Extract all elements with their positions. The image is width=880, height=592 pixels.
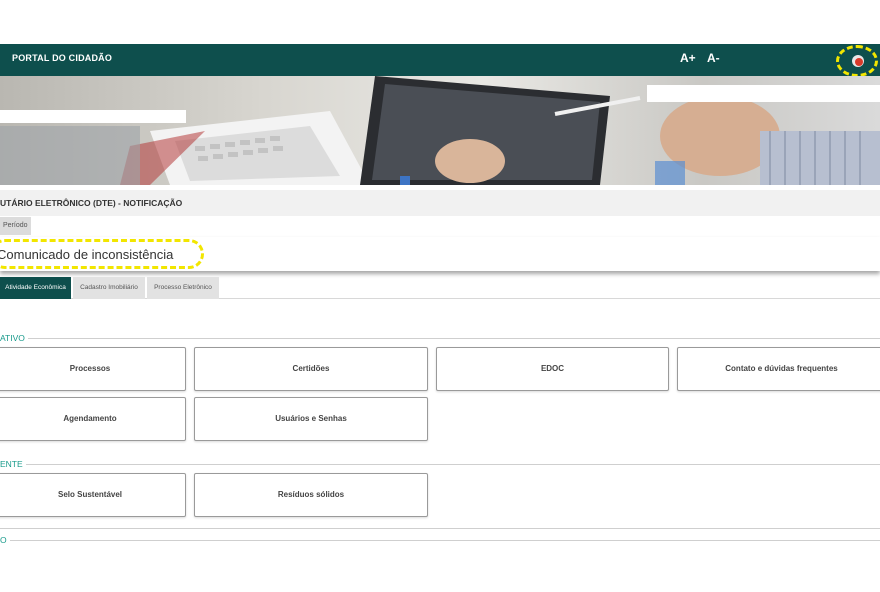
section-label-ente: ENTE — [0, 459, 26, 469]
card-certidoes[interactable]: Certidões — [194, 347, 428, 391]
card-selo-sustentavel[interactable]: Selo Sustentável — [0, 473, 186, 517]
page: PORTAL DO CIDADÃO A+ A- UTÁRIO ELETRÔNIC… — [0, 0, 880, 592]
page-section-title: UTÁRIO ELETRÔNICO (DTE) - NOTIFICAÇÃO — [0, 198, 183, 208]
banner-white-bar-left — [0, 110, 186, 123]
section-divider — [0, 540, 880, 541]
tab-processo-eletronico[interactable]: Processo Eletrônico — [147, 277, 219, 299]
section-divider — [0, 338, 880, 339]
user-menu-highlight[interactable] — [836, 45, 878, 77]
hero-banner — [0, 76, 880, 185]
increase-font-button[interactable]: A+ — [680, 51, 696, 65]
periodo-tab[interactable]: Período — [0, 217, 31, 235]
card-edoc[interactable]: EDOC — [436, 347, 669, 391]
decrease-font-button[interactable]: A- — [707, 51, 720, 65]
banner-white-bar-right — [647, 85, 880, 102]
section-divider — [0, 528, 880, 529]
card-agendamento[interactable]: Agendamento — [0, 397, 186, 441]
card-residuos-solidos[interactable]: Resíduos sólidos — [194, 473, 428, 517]
page-subheader: UTÁRIO ELETRÔNICO (DTE) - NOTIFICAÇÃO — [0, 190, 880, 216]
tab-cadastro-imobiliario[interactable]: Cadastro Imobiliário — [73, 277, 145, 299]
card-usuarios-senhas[interactable]: Usuários e Senhas — [194, 397, 428, 441]
tab-atividade-economica[interactable]: Atividade Econômica — [0, 277, 71, 299]
section-divider — [0, 464, 880, 465]
section-label-ativo: ATIVO — [0, 333, 28, 343]
section-label-o: O — [0, 535, 10, 545]
notice-highlight — [0, 239, 204, 269]
notification-badge-icon — [855, 58, 863, 66]
card-processos[interactable]: Processos — [0, 347, 186, 391]
tab-bar: Atividade Econômica Cadastro Imobiliário… — [0, 277, 880, 299]
card-contato-duvidas[interactable]: Contato e dúvidas frequentes — [677, 347, 880, 391]
top-navigation-bar: PORTAL DO CIDADÃO A+ A- — [0, 44, 880, 77]
portal-title[interactable]: PORTAL DO CIDADÃO — [12, 53, 112, 63]
notice-bar: Comunicado de inconsistência — [0, 237, 880, 271]
